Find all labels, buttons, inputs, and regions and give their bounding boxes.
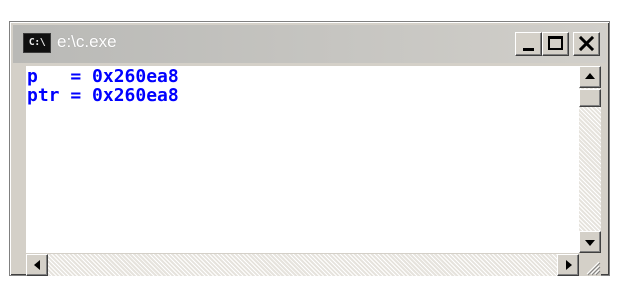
console-window: C:\ e:\c.exe p = 0x260ea8 ptr = 0x260ea8	[9, 21, 610, 276]
console-app-icon[interactable]: C:\	[23, 33, 51, 53]
close-icon	[578, 35, 595, 52]
arrow-left-icon	[34, 260, 40, 270]
arrow-down-icon	[585, 240, 595, 246]
vertical-scrollbar[interactable]	[579, 66, 601, 253]
close-button[interactable]	[573, 32, 600, 56]
maximize-button[interactable]	[542, 32, 569, 56]
minimize-icon	[523, 48, 534, 51]
scroll-right-button[interactable]	[557, 254, 579, 276]
resize-grip-icon	[586, 261, 601, 276]
arrow-up-icon	[585, 73, 595, 79]
window-title: e:\c.exe	[57, 32, 117, 51]
maximize-icon	[548, 36, 563, 50]
scroll-down-button[interactable]	[579, 231, 601, 253]
scroll-left-button[interactable]	[26, 254, 48, 276]
title-bar[interactable]: C:\ e:\c.exe	[13, 25, 606, 63]
console-output-area[interactable]: p = 0x260ea8 ptr = 0x260ea8	[26, 66, 594, 253]
arrow-right-icon	[566, 260, 572, 270]
scroll-up-button[interactable]	[579, 66, 601, 88]
console-line: p = 0x260ea8	[27, 66, 179, 87]
horizontal-scrollbar[interactable]	[26, 254, 579, 276]
console-output: p = 0x260ea8 ptr = 0x260ea8	[27, 67, 179, 105]
minimize-button[interactable]	[515, 32, 542, 56]
console-line: ptr = 0x260ea8	[27, 85, 179, 106]
resize-grip[interactable]	[579, 254, 601, 276]
vertical-scroll-thumb[interactable]	[579, 89, 601, 107]
